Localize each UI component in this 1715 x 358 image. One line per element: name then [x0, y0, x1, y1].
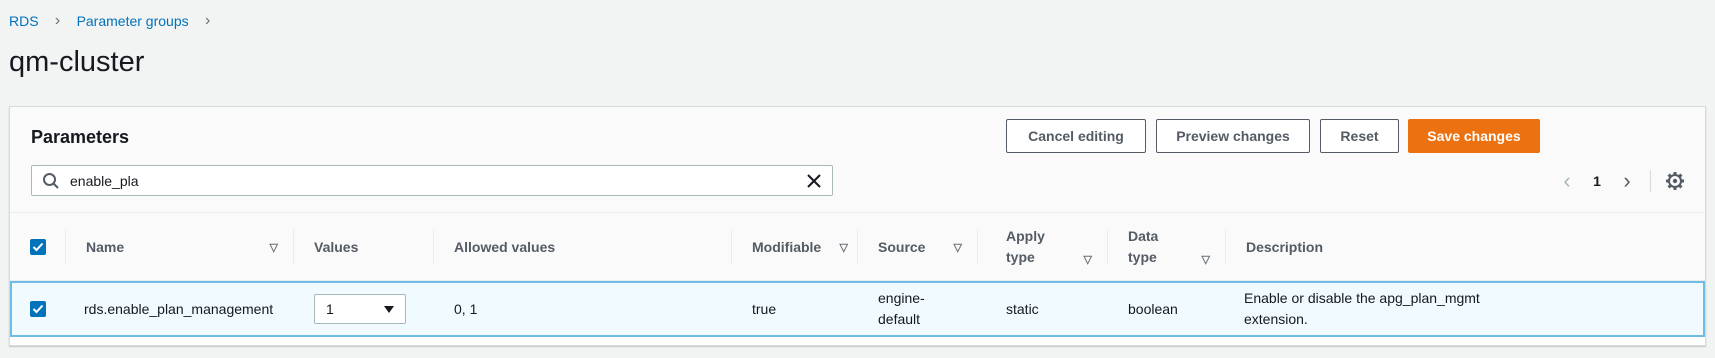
column-header-name[interactable]: Name ▽: [66, 213, 294, 281]
check-icon: [32, 304, 44, 314]
column-header-allowed-values: Allowed values: [434, 213, 732, 281]
sort-icon: ▽: [1201, 254, 1210, 266]
table-header: Name ▽ Values Allowed values Modifiable …: [10, 213, 1705, 281]
select-all-cell: [10, 213, 66, 281]
divider: [1650, 169, 1651, 192]
chevron-left-icon[interactable]: ‹: [1554, 169, 1580, 192]
pagination: ‹ 1 ›: [1554, 165, 1685, 196]
source-value: engine-default: [878, 290, 925, 327]
column-header-label: Data type: [1128, 228, 1159, 265]
parameters-container: Parameters Cancel editing Preview change…: [9, 106, 1706, 346]
sort-icon: ▽: [953, 241, 962, 254]
value-select[interactable]: 1: [314, 294, 406, 324]
column-header-label: Description: [1246, 238, 1324, 255]
column-header-modifiable[interactable]: Modifiable ▽: [732, 213, 858, 281]
chevron-right-icon: ›: [54, 12, 61, 29]
page-title: qm-cluster: [9, 46, 145, 78]
column-header-label: Name: [86, 238, 125, 255]
value-cell: 1: [314, 283, 434, 335]
search-icon: [43, 173, 59, 189]
column-header-apply-type[interactable]: Apply type ▽: [978, 213, 1108, 281]
save-changes-button[interactable]: Save changes: [1408, 119, 1540, 153]
sort-icon: ▽: [269, 241, 278, 254]
chevron-right-icon[interactable]: ›: [1614, 169, 1640, 192]
column-header-label: Source: [878, 238, 926, 255]
select-all-checkbox[interactable]: [30, 239, 46, 255]
sort-icon: ▽: [1083, 254, 1092, 266]
container-title: Parameters: [31, 127, 130, 147]
column-header-label: Allowed values: [454, 238, 556, 255]
container-header: Parameters Cancel editing Preview change…: [10, 107, 1705, 213]
column-header-label: Apply type: [1006, 228, 1045, 265]
breadcrumb-parameter-groups[interactable]: Parameter groups: [77, 13, 189, 29]
chevron-right-icon: ›: [204, 12, 211, 29]
row-checkbox[interactable]: [30, 301, 46, 317]
breadcrumb: RDS › Parameter groups ›: [9, 12, 213, 30]
preview-changes-button[interactable]: Preview changes: [1156, 119, 1310, 153]
close-icon[interactable]: [805, 172, 823, 190]
page-number[interactable]: 1: [1580, 173, 1614, 189]
check-icon: [32, 242, 44, 252]
column-header-description: Description: [1226, 213, 1707, 281]
column-header-values: Values: [294, 213, 434, 281]
sort-icon: ▽: [839, 241, 848, 254]
column-header-data-type[interactable]: Data type ▽: [1108, 213, 1226, 281]
value-select-label: 1: [326, 300, 334, 317]
parameter-name: rds.enable_plan_management: [84, 300, 274, 317]
cancel-editing-button[interactable]: Cancel editing: [1006, 119, 1146, 153]
column-header-label: Values: [314, 238, 359, 255]
modifiable-value: true: [752, 300, 777, 317]
description-value: Enable or disable the apg_plan_mgmt exten…: [1244, 290, 1480, 327]
search-field[interactable]: [31, 165, 833, 196]
breadcrumb-rds[interactable]: RDS: [9, 13, 39, 29]
search-input[interactable]: [70, 170, 770, 192]
allowed-values: 0, 1: [454, 300, 478, 317]
reset-button[interactable]: Reset: [1320, 119, 1399, 153]
row-select-cell: [12, 283, 64, 335]
caret-down-icon: [384, 306, 394, 313]
gear-icon[interactable]: [1665, 171, 1685, 191]
table-row[interactable]: rds.enable_plan_management 1 0, 1 true e…: [10, 281, 1705, 337]
apply-type-value: static: [1006, 300, 1039, 317]
column-header-label: Modifiable: [752, 238, 822, 255]
data-type-value: boolean: [1128, 300, 1178, 317]
column-header-source[interactable]: Source ▽: [858, 213, 978, 281]
